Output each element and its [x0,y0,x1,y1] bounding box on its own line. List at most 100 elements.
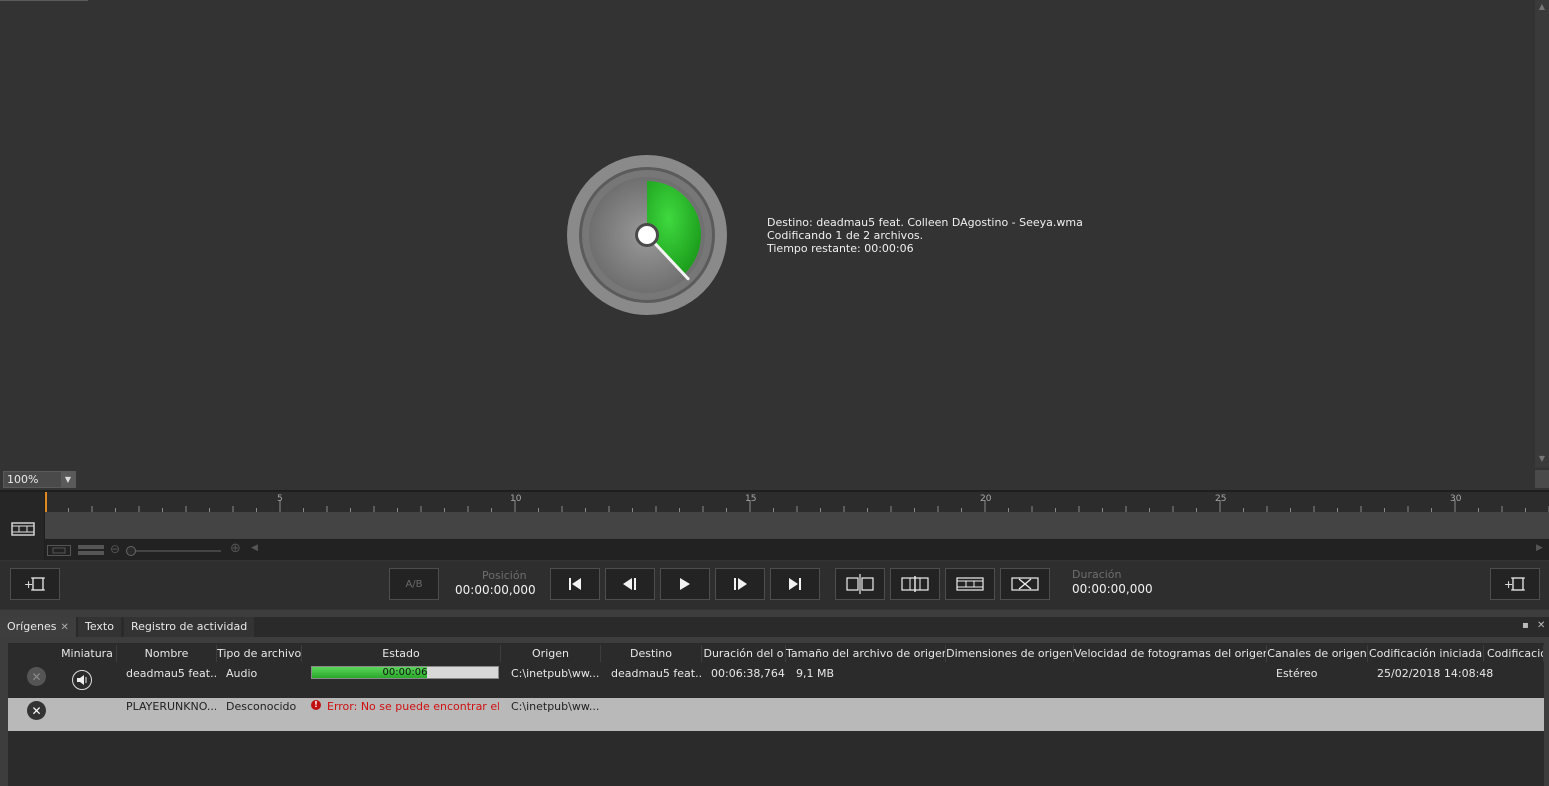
timeline-track[interactable] [45,512,1549,539]
zoom-out-icon[interactable]: ⊖ [110,542,120,556]
mark-in-icon [901,576,929,592]
resize-grip[interactable] [1535,470,1549,488]
cell-nombre: PLAYERUNKNO... [126,700,216,713]
playhead[interactable] [45,492,51,512]
tab-origenes[interactable]: Orígenes ✕ [0,617,76,637]
add-output-button[interactable]: + [1490,568,1540,600]
scroll-down-icon[interactable]: ▼ [1537,454,1547,464]
next-frame-button[interactable] [715,568,765,600]
column-header[interactable]: Estado [302,645,501,662]
column-header[interactable]: Velocidad de fotogramas del origen [1074,645,1267,662]
destination-line: Destino: deadmau5 feat. Colleen DAgostin… [767,216,1083,229]
cell-duracion: 00:06:38,764 [711,667,785,680]
cell-tipo: Desconocido [226,700,297,713]
tab-registro-de-actividad[interactable]: Registro de actividad [124,617,255,637]
tab-label: Registro de actividad [131,620,248,633]
split-clip-button[interactable] [835,568,885,600]
fit-timeline-icon[interactable] [47,545,71,556]
pin-icon[interactable]: ▪ [1522,620,1529,631]
status-progress-bar: 00:00:06 [311,666,499,679]
duration-value: 00:00:00,000 [1072,582,1153,596]
remove-clip-icon [1011,577,1039,591]
divider [0,0,88,1]
scroll-up-icon[interactable]: ▲ [1537,2,1547,12]
step-forward-icon [734,578,747,590]
svg-text:+: + [1504,578,1513,591]
duration-label: Duración [1072,568,1122,581]
column-header[interactable]: Tipo de archivo [217,645,302,662]
column-header[interactable]: Dimensiones de origen [946,645,1074,662]
cell-tipo: Audio [226,667,258,680]
preview-scrollbar[interactable]: ▲ ▼ [1535,0,1549,468]
ruler-label: 10 [510,494,522,504]
go-to-start-button[interactable] [550,568,600,600]
add-source-button[interactable]: + [10,568,60,600]
cell-origen: C:\inetpub\ww... [511,667,600,680]
table-row[interactable]: ✕ deadmau5 feat... Audio 00:00:06 C:\ine… [8,663,1544,697]
cell-codificacion-iniciada: 25/02/2018 14:08:48 [1377,667,1494,680]
scroll-right-icon[interactable]: ▶ [1536,543,1543,553]
file-count-line: Codificando 1 de 2 archivos. [767,229,924,242]
scroll-left-icon[interactable]: ◀ [251,543,258,553]
timeline-track-header [0,492,44,560]
cell-canales: Estéreo [1276,667,1318,680]
encoding-status: Destino: deadmau5 feat. Colleen DAgostin… [767,216,1083,255]
tab-label: Texto [85,620,114,633]
column-header[interactable]: Nombre [117,645,217,662]
split-icon [846,574,874,594]
ruler-label: 5 [277,494,283,504]
zoom-slider[interactable] [126,546,221,556]
step-back-icon [623,578,636,590]
column-header[interactable]: Tamaño del archivo de origen [786,645,946,662]
encoding-progress-dial [567,155,727,315]
cell-destino: deadmau5 feat... [611,667,701,680]
ruler-ticks [45,500,1549,512]
status-time: 00:00:06 [382,667,428,678]
play-icon [680,578,690,590]
zoom-slider-thumb[interactable] [126,546,136,556]
ruler-label: 30 [1450,494,1462,504]
table-row[interactable]: ✕ PLAYERUNKNO... Desconocido ! Error: No… [8,698,1544,731]
audio-thumbnail-icon [72,670,92,690]
tab-texto[interactable]: Texto [78,617,121,637]
film-strip-icon [956,577,984,591]
position-label: Posición [482,569,527,582]
previous-frame-button[interactable] [605,568,655,600]
zoom-select[interactable]: 100% ▼ [3,471,76,488]
add-clip-icon: + [24,577,45,591]
column-header[interactable]: Origen [501,645,601,662]
remaining-time-line: Tiempo restante: 00:00:06 [767,242,914,255]
column-header[interactable]: Miniatura [58,645,117,662]
error-icon: ! [311,700,321,710]
remove-row-button[interactable]: ✕ [27,701,46,720]
timeline-toolbar: ⊖ ⊕ ◀ ▶ [45,540,1549,560]
column-header[interactable]: Codificació [1484,645,1544,662]
column-header[interactable]: Destino [601,645,702,662]
timeline-ruler[interactable]: 5 10 15 20 25 30 [45,492,1549,512]
column-header[interactable]: Canales de origen [1267,645,1368,662]
remove-row-button[interactable]: ✕ [27,667,46,686]
skip-start-icon [569,578,581,590]
zoom-value: 100% [7,473,39,486]
go-to-end-button[interactable] [770,568,820,600]
svg-text:+: + [24,578,33,591]
column-header[interactable]: Duración del o [702,645,786,662]
column-header[interactable]: Codificación iniciada [1368,645,1484,662]
tab-label: Orígenes [7,620,57,633]
close-icon[interactable]: ✕ [60,622,68,633]
chevron-down-icon[interactable]: ▼ [61,472,75,487]
set-in-point-button[interactable] [890,568,940,600]
close-icon[interactable]: ✕ [1537,620,1545,631]
ruler-label: 25 [1215,494,1227,504]
ruler-label: 20 [980,494,992,504]
cell-tamano: 9,1 MB [796,667,835,680]
clear-trim-button[interactable] [1000,568,1050,600]
position-value: 00:00:00,000 [455,583,536,597]
ab-button[interactable]: A/B [389,568,439,600]
set-out-point-button[interactable] [945,568,995,600]
track-height-icon[interactable] [78,545,104,556]
skip-end-icon [789,578,801,590]
play-button[interactable] [660,568,710,600]
zoom-in-icon[interactable]: ⊕ [230,541,241,556]
film-icon [11,522,35,536]
